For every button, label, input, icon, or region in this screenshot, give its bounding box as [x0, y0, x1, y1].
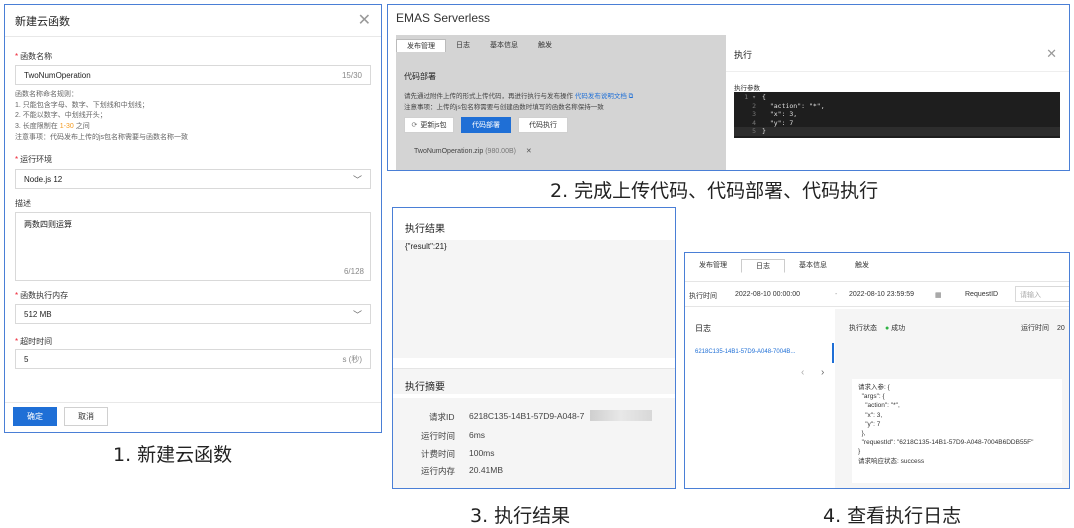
deploy-button[interactable]: 代码部署 — [461, 117, 511, 133]
external-link-icon: ⧉ — [628, 93, 634, 100]
cancel-button[interactable]: 取消 — [64, 407, 108, 426]
redacted-blur — [590, 410, 652, 421]
summary-key: 请求ID — [429, 412, 455, 422]
summary-value: 6ms — [469, 430, 486, 440]
result-value: {"result":21} — [405, 242, 447, 251]
description-textarea[interactable]: 两数四则运算 6/128 — [15, 212, 371, 281]
execution-result-panel: 执行结果 {"result":21} 执行摘要 请求ID 6218C135-14… — [392, 207, 676, 489]
function-name-label: * 函数名称 — [15, 52, 53, 61]
function-name-count: 15/30 — [341, 70, 362, 80]
execute-button[interactable]: 代码执行 — [518, 117, 568, 133]
summary-key: 运行时间 — [421, 431, 456, 441]
remove-file-icon[interactable]: ✕ — [526, 148, 532, 155]
tab-trigger[interactable]: 触发 — [528, 39, 562, 52]
deploy-hint: 请先通过附件上传的形式上传代码，再进行执行与发布操作 代码发布说明文档 ⧉ — [404, 93, 634, 100]
summary-value: 6218C135-14B1-57D9-A048-7 — [469, 411, 585, 421]
success-dot-icon: ● — [884, 325, 890, 332]
naming-note: 注意事项：代码发布上传的js包名称需要与函数名称一致 — [15, 134, 189, 141]
create-function-dialog: 新建云函数 ✕ * 函数名称 TwoNumOperation 15/30 函数名称… — [4, 4, 382, 433]
caption-4: 4. 查看执行日志 — [823, 505, 962, 527]
description-count: 6/128 — [343, 267, 364, 276]
function-name-input[interactable]: TwoNumOperation 15/30 — [15, 65, 371, 85]
execute-drawer: 执行 ✕ 执行参数 1 ▾{ 2 "action": "*", 3 "x": 3… — [726, 35, 1069, 170]
request-id-label: RequestID — [965, 291, 999, 298]
description-label: 描述 — [15, 199, 31, 208]
drawer-title: 执行 — [734, 50, 753, 60]
tab-bar: 发布管理 日志 基本信息 触发 — [396, 39, 562, 52]
log-body: 请求入参: { "args": { "action": "*", "x": 3,… — [852, 379, 1062, 483]
tab-basic-info[interactable]: 基本信息 — [480, 39, 528, 52]
time-label: 执行时间 — [689, 293, 717, 300]
tab-publish[interactable]: 发布管理 — [396, 39, 446, 52]
calendar-icon[interactable]: ▦ — [935, 291, 942, 299]
params-code-editor[interactable]: 1 ▾{ 2 "action": "*", 3 "x": 3, 4 "y": 7… — [734, 92, 1060, 138]
params-label: 执行参数 — [734, 85, 760, 92]
status-row: 执行状态 ● 成功 — [849, 325, 906, 332]
tab-publish[interactable]: 发布管理 — [685, 259, 741, 273]
uploaded-file: TwoNumOperation.zip (980.00B) ✕ — [414, 148, 532, 155]
chevron-down-icon: ﹀ — [352, 174, 362, 185]
log-list: 日志 6218C135-14B1-57D9-A048-7004B... ‹ › — [685, 309, 835, 488]
execution-log-panel: 发布管理 日志 基本信息 触发 执行时间 2022-08-10 00:00:00… — [684, 252, 1070, 489]
status-value: 成功 — [891, 325, 906, 332]
prev-page-icon[interactable]: ‹ — [801, 367, 804, 378]
deploy-area: 发布管理 日志 基本信息 触发 代码部署 请先通过附件上传的形式上传代码，再进行… — [396, 35, 726, 170]
emas-deploy-panel: EMAS Serverless 发布管理 日志 基本信息 触发 代码部署 请先通… — [387, 4, 1070, 171]
memory-label: * 函数执行内存 — [15, 291, 69, 300]
tab-logs[interactable]: 日志 — [446, 39, 480, 52]
runtime-row: 运行时间 20 — [1021, 325, 1065, 332]
summary-value: 20.41MB — [469, 465, 504, 475]
result-title: 执行结果 — [405, 224, 445, 235]
upload-js-button[interactable]: ⟳ 更新js包 — [404, 117, 454, 133]
tab-logs[interactable]: 日志 — [741, 259, 785, 273]
timeout-label: * 超时时间 — [15, 337, 53, 346]
caption-1: 1. 新建云函数 — [113, 444, 233, 466]
section-title: 代码部署 — [404, 72, 436, 81]
next-page-icon[interactable]: › — [821, 367, 824, 378]
runtime-label: * 运行环境 — [15, 155, 53, 164]
close-icon[interactable]: ✕ — [1046, 47, 1057, 60]
dialog-title: 新建云函数 — [15, 15, 70, 28]
summary-title: 执行摘要 — [405, 382, 445, 393]
timeout-input[interactable]: 5 s (秒) — [15, 349, 371, 369]
function-name-value: TwoNumOperation — [24, 70, 91, 80]
deploy-note: 注意事项：上传的js包名称需要与创建函数时填写的函数名称保持一致 — [404, 104, 604, 111]
tab-trigger[interactable]: 触发 — [841, 259, 883, 273]
log-list-item[interactable]: 6218C135-14B1-57D9-A048-7004B... — [695, 349, 795, 355]
naming-rules: 函数名称命名规则： 1. 只能包含字母、数字、下划线和中划线； 2. 不能以数字… — [15, 91, 149, 130]
doc-link[interactable]: 代码发布说明文档 — [575, 93, 627, 100]
caption-2: 2. 完成上传代码、代码部署、代码执行 — [550, 180, 879, 202]
summary-key: 计费时间 — [421, 449, 456, 459]
summary-key: 运行内存 — [421, 466, 456, 476]
close-icon[interactable]: ✕ — [358, 12, 371, 29]
start-time-input[interactable]: 2022-08-10 00:00:00 — [735, 291, 800, 298]
chevron-down-icon: ﹀ — [352, 309, 362, 320]
dialog-header: 新建云函数 ✕ — [5, 5, 381, 37]
tab-bar: 发布管理 日志 基本信息 触发 — [685, 259, 883, 273]
summary-value: 100ms — [469, 448, 495, 458]
tab-basic-info[interactable]: 基本信息 — [785, 259, 841, 273]
runtime-select[interactable]: Node.js 12 ﹀ — [15, 169, 371, 189]
memory-select[interactable]: 512 MB ﹀ — [15, 304, 371, 324]
brand-title: EMAS Serverless — [396, 11, 491, 25]
dialog-footer — [5, 402, 381, 432]
log-detail: 执行状态 ● 成功 运行时间 20 请求入参: { "args": { "act… — [835, 309, 1069, 488]
log-filter-bar: 执行时间 2022-08-10 00:00:00 - 2022-08-10 23… — [685, 281, 1069, 307]
ok-button[interactable]: 确定 — [13, 407, 57, 426]
caption-3: 3. 执行结果 — [470, 505, 571, 527]
end-time-input[interactable]: 2022-08-10 23:59:59 — [849, 291, 914, 298]
refresh-icon: ⟳ — [411, 122, 418, 129]
log-list-title: 日志 — [695, 324, 711, 333]
result-box — [393, 240, 675, 358]
request-id-input[interactable]: 请输入 — [1015, 286, 1069, 302]
